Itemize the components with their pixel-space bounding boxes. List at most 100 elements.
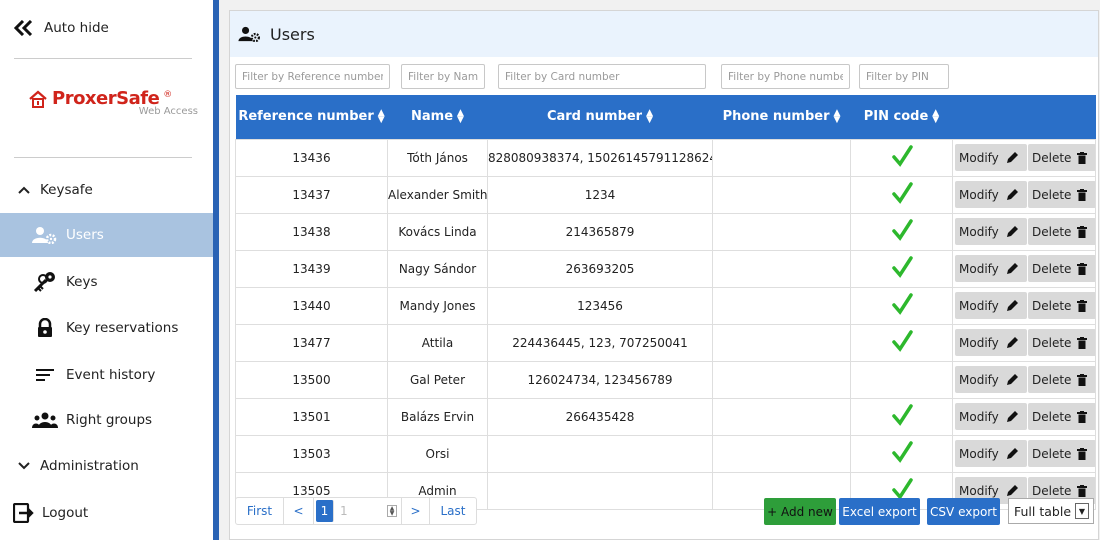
panel-header: Users [230,11,1098,57]
logo-registered: ® [163,89,173,100]
table-row[interactable]: 13477 Attila 224436445, 123, 707250041 Modi… [235,323,1096,362]
delete-button[interactable]: Delete [1028,255,1095,282]
sidebar-item-administration[interactable]: Administration [0,444,213,488]
sidebar-item-key-reservations[interactable]: Key reservations [0,306,213,350]
delete-label: Delete [1032,150,1072,165]
sidebar-divider [14,58,192,59]
column-header-card[interactable]: Card number ▲ ▼ [487,95,713,139]
table-row[interactable]: 13500 Gal Peter 126024734, 123456789 Modify… [235,360,1096,399]
auto-hide-label: Auto hide [44,20,109,36]
current-page-indicator[interactable]: 1 [316,500,334,522]
next-page-button[interactable]: > [402,498,430,524]
cell-phone [712,360,851,399]
cell-pin [850,212,953,251]
list-icon [28,369,62,381]
cell-pin [850,397,953,436]
modify-button[interactable]: Modify [955,218,1027,245]
sidebar-item-logout[interactable]: Logout [0,491,213,535]
table-row[interactable]: 13438 Kovács Linda 214365879 Modify Delete [235,212,1096,251]
column-header-reference[interactable]: Reference number ▲ ▼ [235,95,388,139]
sort-icon: ▲ ▼ [457,107,464,125]
card-filter-input[interactable] [498,64,706,89]
column-header-label: PIN code [863,109,929,125]
last-page-button[interactable]: Last [430,498,476,524]
delete-button[interactable]: Delete [1028,403,1095,430]
excel-export-button[interactable]: Excel export [839,498,920,525]
checkmark-icon [891,219,913,241]
cell-name: Gal Peter [387,360,488,399]
cell-pin [850,286,953,325]
delete-button[interactable]: Delete [1028,329,1095,356]
cell-reference: 13501 [235,397,388,436]
column-header-pin[interactable]: PIN code ▲ ▼ [850,95,953,139]
table-row[interactable]: 13436 Tóth János 828080938374, 15026145791… [235,138,1096,177]
pencil-icon [1006,188,1018,200]
users-gear-icon [238,26,260,42]
table-body: 13436 Tóth János 828080938374, 15026145791… [235,138,1096,510]
column-header-label: Name [411,109,454,125]
delete-button[interactable]: Delete [1028,366,1095,393]
cell-phone [712,434,851,473]
trash-icon [1077,336,1088,349]
page-number-stepper[interactable]: 1 ▲ ▼ [336,498,402,524]
modify-button[interactable]: Modify [955,181,1027,208]
cell-pin [850,138,953,177]
column-header-name[interactable]: Name ▲ ▼ [387,95,488,139]
modify-button[interactable]: Modify [955,292,1027,319]
delete-button[interactable]: Delete [1028,440,1095,467]
column-header-phone[interactable]: Phone number ▲ ▼ [712,95,851,139]
view-mode-value: Full table [1014,503,1072,519]
delete-button[interactable]: Delete [1028,292,1095,319]
table-row[interactable]: 13439 Nagy Sándor 263693205 Modify Delete [235,249,1096,288]
modify-button[interactable]: Modify [955,255,1027,282]
filter-bar [230,57,1098,95]
sidebar-item-label: Administration [40,458,139,474]
delete-button[interactable]: Delete [1028,181,1095,208]
checkmark-icon [891,293,913,315]
pencil-icon [1006,262,1018,274]
reference-filter-input[interactable] [235,64,390,89]
add-new-button[interactable]: + Add new [764,498,836,525]
sidebar-item-right-groups[interactable]: Right groups [0,398,213,442]
modify-button[interactable]: Modify [955,440,1027,467]
sidebar-item-event-history[interactable]: Event history [0,353,213,397]
name-filter-input[interactable] [401,64,485,89]
table-row[interactable]: 13503 Orsi Modify Delete [235,434,1096,473]
modify-button[interactable]: Modify [955,366,1027,393]
pagination: First < 1 1 ▲ ▼ > Last [235,497,477,525]
chevron-up-icon [12,186,36,194]
spinner-arrows-icon[interactable]: ▲ ▼ [387,505,397,517]
column-header-label: Phone number [722,109,830,125]
table-row[interactable]: 13501 Balázs Ervin 266435428 Modify Delete [235,397,1096,436]
table-row[interactable]: 13440 Mandy Jones 123456 Modify Delete [235,286,1096,325]
sidebar-item-users[interactable]: Users [0,213,213,257]
pin-filter-input[interactable] [859,64,949,89]
auto-hide-toggle[interactable]: Auto hide [14,20,109,36]
keys-icon [28,271,62,293]
csv-export-button[interactable]: CSV export [927,498,1000,525]
table-row[interactable]: 13437 Alexander Smith 1234 Modify Delete [235,175,1096,214]
cell-phone [712,323,851,362]
first-page-button[interactable]: First [236,498,284,524]
phone-filter-input[interactable] [721,64,850,89]
prev-page-button[interactable]: < [284,498,314,524]
delete-button[interactable]: Delete [1028,218,1095,245]
cell-pin [850,323,953,362]
cell-actions: Modify Delete [952,397,1096,436]
modify-button[interactable]: Modify [955,329,1027,356]
sidebar-item-keysafe[interactable]: Keysafe [0,168,213,212]
cell-phone [712,286,851,325]
modify-label: Modify [959,261,999,276]
delete-button[interactable]: Delete [1028,144,1095,171]
checkmark-icon [891,441,913,463]
modify-button[interactable]: Modify [955,403,1027,430]
page-input-value: 1 [340,504,348,518]
trash-icon [1077,447,1088,460]
view-mode-select[interactable]: Full table ▼ [1008,498,1094,524]
modify-button[interactable]: Modify [955,144,1027,171]
cell-card: 828080938374, 15026145791128624 [487,138,713,177]
cell-actions: Modify Delete [952,249,1096,288]
sidebar-item-keys[interactable]: Keys [0,260,213,304]
cell-card [487,434,713,473]
lock-icon [28,318,62,338]
